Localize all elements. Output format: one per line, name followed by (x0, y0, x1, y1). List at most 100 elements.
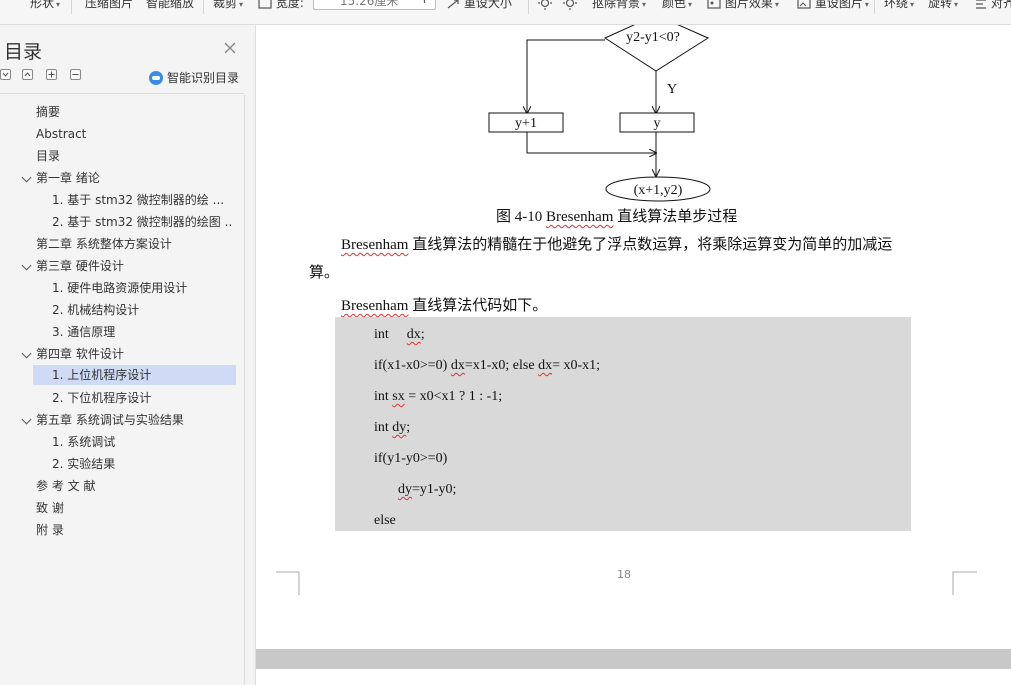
reset-size-button[interactable]: 重设大小 (446, 0, 512, 12)
toc-item-chapter-3[interactable]: 第三章 硬件设计 (36, 256, 236, 276)
toc-item-label: 目录 (36, 149, 61, 163)
toc-item-chapter-1[interactable]: 第一章 绪论 (36, 168, 236, 188)
crop-dropdown[interactable]: 裁剪 ▾ (213, 0, 243, 12)
flowchart-figure[interactable]: y2-y1<0? Y y+1 y (x+1,y2) (256, 25, 1011, 205)
toolbar-divider (203, 0, 204, 14)
remove-background-dropdown[interactable]: 抠除背景 ▾ (592, 0, 646, 12)
toc-item-label: 参 考 文 献 (36, 479, 96, 493)
toc-item-chapter-4[interactable]: 第四章 软件设计 (36, 344, 236, 364)
toc-item-label: 1. 系统调试 (52, 435, 116, 449)
sidebar-scrollbar[interactable] (244, 95, 245, 685)
toc-item-label: 致 谢 (36, 501, 64, 515)
toc-item-label: 1. 上位机程序设计 (52, 368, 152, 382)
align-icon (976, 0, 986, 9)
toc-item-acknowledgements[interactable]: 致 谢 (36, 498, 236, 518)
brightness-icon[interactable] (538, 0, 552, 10)
add-heading-icon[interactable] (46, 69, 57, 80)
image-effects-icon (707, 0, 721, 9)
smart-toc-label: 智能识别目录 (167, 71, 240, 85)
toc-item[interactable]: 3. 通信原理 (52, 322, 232, 342)
code-line: if(x1-x0>=0) dx=x1-x0; else dx= x0-x1; (374, 358, 601, 373)
toc-item-chapter-5[interactable]: 第五章 系统调试与实验结果 (36, 410, 236, 430)
paragraph-2-word: Bresenham (341, 298, 409, 314)
terminal-text: (x+1,y2) (634, 183, 683, 198)
code-line: dy=y1-y0; (398, 482, 457, 497)
figure-caption: 图 4-10 Bresenham 直线算法单步过程 (496, 205, 737, 226)
width-label: 宽度: (275, 0, 304, 10)
align-dropdown[interactable]: 对齐 (975, 0, 1011, 12)
code-block: int dx; if(x1-x0>=0) dx=x1-x0; else dx= x… (335, 317, 911, 531)
width-decrease-icon[interactable]: − (320, 0, 331, 7)
close-icon[interactable] (223, 41, 237, 55)
toc-item-selected[interactable]: 1. 上位机程序设计 (33, 365, 236, 385)
width-input[interactable]: − 15.26厘米 + (313, 0, 436, 10)
code-line: int sx = x0<x1 ? 1 : -1; (374, 389, 503, 404)
paragraph-1-line-1: Bresenham 直线算法的精髓在于他避免了浮点数运算，将乘除运算变为简单的加… (341, 233, 892, 254)
caption-suffix: 直线算法单步过程 (613, 209, 738, 225)
paragraph-2-text: 直线算法代码如下。 (408, 298, 548, 314)
shape-dropdown[interactable]: 形状 ▾ (30, 0, 60, 12)
chevron-down-icon[interactable] (21, 172, 32, 183)
wrap-dropdown[interactable]: 环绕 ▾ (884, 0, 914, 12)
toc-item[interactable]: 2. 实验结果 (52, 454, 232, 474)
toc-item[interactable]: 2. 下位机程序设计 (52, 388, 232, 408)
smart-zoom-button[interactable]: 智能缩放 (146, 0, 194, 12)
toc-item-label: 第五章 系统调试与实验结果 (36, 413, 184, 427)
width-increase-icon[interactable]: + (419, 0, 430, 7)
toc-item[interactable]: 1. 基于 stm32 微控制器的绘 ... (52, 190, 228, 210)
toc-item-appendix[interactable]: 附 录 (36, 520, 236, 540)
toc-item[interactable]: Abstract (36, 124, 236, 144)
toc-item[interactable]: 2. 基于 stm32 微控制器的绘图 ... (52, 212, 232, 232)
toc-item-label: 2. 机械结构设计 (52, 303, 140, 317)
reset-size-label: 重设大小 (463, 0, 512, 10)
compress-image-label: 压缩图片 (85, 0, 134, 10)
toc-item-references[interactable]: 参 考 文 献 (36, 476, 236, 496)
color-dropdown[interactable]: 颜色 ▾ (662, 0, 692, 12)
toc-item-chapter-2[interactable]: 第二章 系统整体方案设计 (36, 234, 236, 254)
toc-item[interactable]: 目录 (36, 146, 236, 166)
toc-item-label: 第二章 系统整体方案设计 (36, 237, 172, 251)
remove-background-label: 抠除背景 (592, 0, 641, 10)
smart-zoom-label: 智能缩放 (146, 0, 195, 10)
collapse-all-icon[interactable] (0, 69, 11, 80)
remove-heading-icon[interactable] (70, 69, 81, 80)
image-effects-dropdown[interactable]: 图片效果 ▾ (707, 0, 779, 12)
expand-up-icon[interactable] (22, 69, 33, 80)
rotate-label: 旋转 (928, 0, 953, 10)
toc-item-label: 第一章 绪论 (36, 171, 100, 185)
toc-item[interactable]: 1. 硬件电路资源使用设计 (52, 278, 232, 298)
toc-item[interactable]: 2. 机械结构设计 (52, 300, 232, 320)
compress-image-button[interactable]: 压缩图片 (85, 0, 133, 12)
toc-item-label: 附 录 (36, 523, 64, 537)
rotate-dropdown[interactable]: 旋转 ▾ (928, 0, 958, 12)
chevron-down-icon[interactable] (21, 414, 32, 425)
width-value: 15.26厘米 (340, 0, 399, 8)
reset-image-icon (797, 0, 811, 9)
toc-sidebar: 目录 智能识别目录 摘要 Abstract 目录 第一章 绪论 1. 基于 st… (0, 25, 256, 685)
toc-item-label: 3. 通信原理 (52, 325, 116, 339)
smart-toc-button[interactable]: 智能识别目录 (149, 69, 239, 86)
decision-text: y2-y1<0? (626, 30, 680, 45)
width-label-group: 宽度: (258, 0, 304, 12)
flow-line-no (527, 39, 605, 113)
code-line: else (374, 513, 396, 528)
document-area[interactable]: y2-y1<0? Y y+1 y (x+1,y2) 图 4-10 Bresenh… (256, 25, 1011, 685)
yes-label: Y (667, 82, 677, 97)
toc-item-label: 1. 基于 stm32 微控制器的绘 ... (52, 193, 225, 207)
toc-item-label: 第三章 硬件设计 (36, 259, 124, 273)
width-icon (258, 0, 272, 9)
chevron-down-icon[interactable] (21, 348, 32, 359)
document-page[interactable]: y2-y1<0? Y y+1 y (x+1,y2) 图 4-10 Bresenh… (256, 25, 1011, 649)
toc-item[interactable]: 摘要 (36, 102, 236, 122)
next-page-top[interactable] (256, 669, 1011, 685)
toc-item-label: 2. 基于 stm32 微控制器的绘图 ... (52, 215, 232, 229)
toc-item-label: 2. 实验结果 (52, 457, 116, 471)
caption-prefix: 图 4-10 (496, 209, 546, 225)
code-line: if(y1-y0>=0) (374, 451, 448, 466)
reset-image-button[interactable]: 重设图片 ▾ (797, 0, 869, 12)
toc-item[interactable]: 1. 系统调试 (52, 432, 232, 452)
sidebar-divider (0, 93, 244, 94)
contrast-icon[interactable] (563, 0, 577, 10)
code-line: int dx; (374, 327, 425, 342)
chevron-down-icon[interactable] (21, 260, 32, 271)
